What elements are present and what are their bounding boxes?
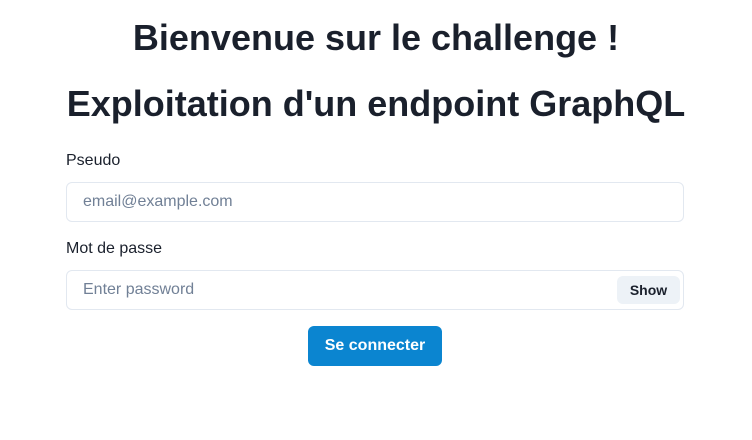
- pseudo-field: [66, 182, 684, 222]
- password-field: Show: [66, 270, 684, 310]
- password-input[interactable]: [67, 271, 607, 309]
- show-password-button[interactable]: Show: [617, 276, 680, 304]
- login-button[interactable]: Se connecter: [308, 326, 442, 366]
- login-page: Bienvenue sur le challenge ! Exploitatio…: [0, 0, 752, 440]
- password-label: Mot de passe: [66, 240, 163, 257]
- pseudo-input[interactable]: [67, 183, 683, 221]
- challenge-title: Exploitation d'un endpoint GraphQL: [66, 83, 686, 124]
- welcome-title: Bienvenue sur le challenge !: [132, 17, 620, 58]
- pseudo-label: Pseudo: [66, 152, 121, 169]
